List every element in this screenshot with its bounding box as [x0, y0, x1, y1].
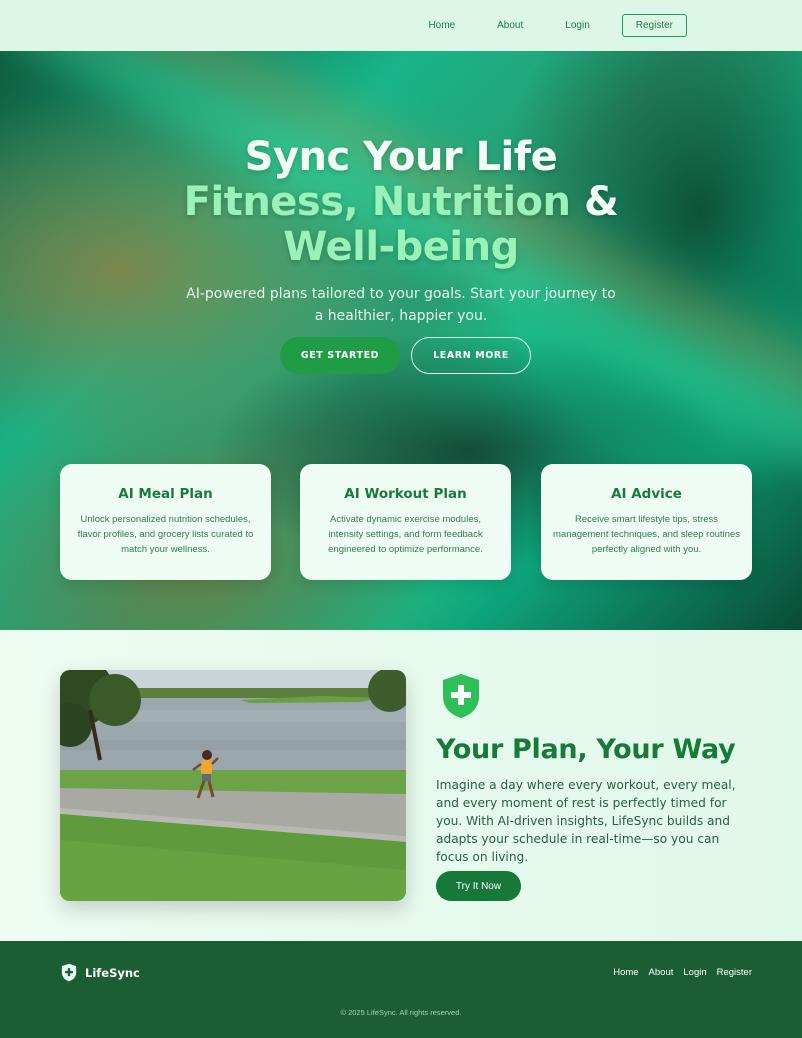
card-title: AI Advice: [611, 486, 682, 502]
shield-plus-icon: [61, 963, 77, 982]
feature-body: Imagine a day where every workout, every…: [436, 778, 736, 864]
footer-brand[interactable]: LifeSync: [61, 963, 140, 982]
nav-link-about[interactable]: About: [497, 20, 523, 31]
hero-title: Sync Your Life Fitness, Nutrition & Well…: [0, 135, 802, 270]
card-title: AI Meal Plan: [118, 486, 213, 502]
hero-section: Sync Your Life Fitness, Nutrition & Well…: [0, 51, 802, 630]
feature-heading: Your Plan, Your Way: [436, 734, 736, 765]
footer-link-register[interactable]: Register: [717, 967, 752, 978]
hero-title-fitness: Fitness,: [183, 179, 359, 225]
footer-brand-name: LifeSync: [85, 965, 140, 980]
card-text: Unlock personalized nutrition schedules,…: [77, 514, 254, 555]
feature-card-ai-advice[interactable]: AI Advice Receive smart lifestyle tips, …: [541, 464, 752, 580]
footer: LifeSync Home About Login Register © 202…: [0, 941, 802, 1038]
hero-title-line1: Sync Your Life: [244, 134, 558, 180]
runner-photo: [60, 670, 406, 901]
feature-card-meal-plan[interactable]: AI Meal Plan Unlock personalized nutriti…: [60, 464, 271, 580]
footer-link-login[interactable]: Login: [683, 967, 706, 978]
hero-title-nutrition: Nutrition: [371, 179, 571, 225]
card-text: Receive smart lifestyle tips, stress man…: [553, 514, 740, 555]
get-started-button[interactable]: GET STARTED: [280, 337, 400, 374]
nav-register-button[interactable]: Register: [621, 14, 687, 37]
footer-link-home[interactable]: Home: [613, 967, 638, 978]
nav-link-home[interactable]: Home: [428, 20, 455, 31]
try-it-now-button[interactable]: Try It Now: [436, 871, 521, 901]
feature-card-workout-plan[interactable]: AI Workout Plan Activate dynamic exercis…: [300, 464, 511, 580]
card-text: Activate dynamic exercise modules, inten…: [328, 514, 483, 555]
learn-more-button[interactable]: LEARN MORE: [411, 337, 531, 374]
runner-photo-illustration: [60, 670, 406, 901]
hero-title-wellbeing: Well-being: [283, 224, 519, 270]
nav-link-login[interactable]: Login: [565, 20, 589, 31]
shield-plus-icon: [441, 672, 481, 720]
plan-feature-section: Your Plan, Your Way Imagine a day where …: [0, 630, 802, 941]
footer-nav: Home About Login Register: [603, 967, 752, 978]
card-title: AI Workout Plan: [344, 486, 467, 502]
hero-title-ampersand: &: [583, 179, 619, 225]
top-navbar: Home About Login Register: [0, 0, 802, 51]
hero-subtitle: AI-powered plans tailored to your goals.…: [186, 286, 616, 324]
footer-copyright: © 2025 LifeSync. All rights reserved.: [340, 1008, 462, 1017]
footer-link-about[interactable]: About: [649, 967, 674, 978]
